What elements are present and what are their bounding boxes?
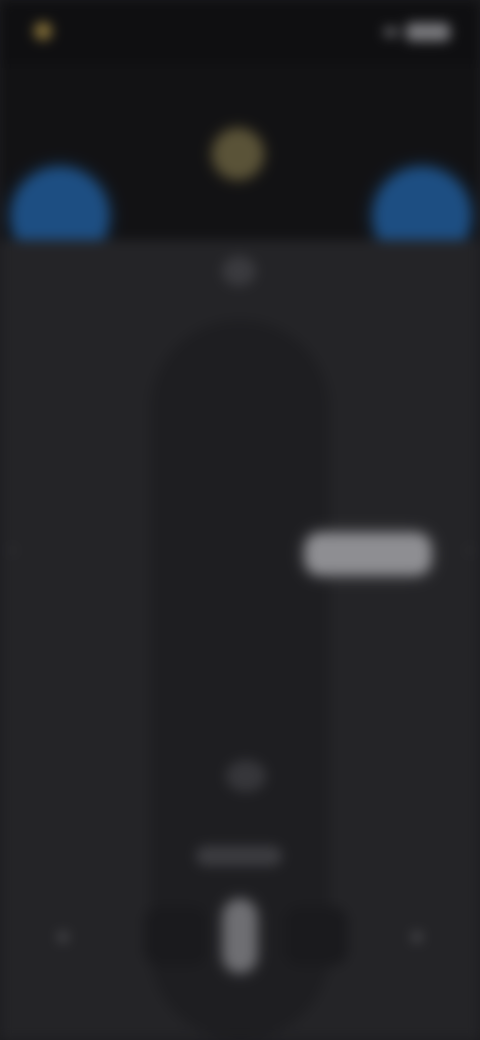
carrier-icon	[34, 22, 52, 40]
status-right	[376, 22, 450, 42]
left-participant-name	[122, 210, 208, 224]
center-badge-icon[interactable]	[214, 130, 262, 178]
control-button-right[interactable]	[284, 906, 348, 966]
microphone-icon[interactable]	[224, 900, 256, 972]
bottom-marker-icon[interactable]	[226, 760, 266, 792]
control-button-left[interactable]	[144, 906, 208, 966]
status-left	[34, 20, 60, 42]
chevron-right-icon[interactable]: ›	[460, 540, 480, 560]
chevron-left-icon[interactable]: ‹	[2, 540, 22, 560]
battery-icon	[406, 23, 450, 41]
caption-pill	[196, 846, 282, 866]
signal-icon	[384, 28, 398, 36]
top-marker-icon[interactable]	[222, 256, 256, 286]
right-participant-name	[272, 210, 358, 224]
star-icon[interactable]: ✦	[400, 922, 434, 956]
app-screen: ‹ › ✦ ✦	[0, 0, 480, 1040]
star-icon[interactable]: ✦	[46, 922, 80, 956]
status-bar	[0, 0, 480, 64]
call-header	[0, 64, 480, 264]
value-label	[306, 534, 430, 574]
